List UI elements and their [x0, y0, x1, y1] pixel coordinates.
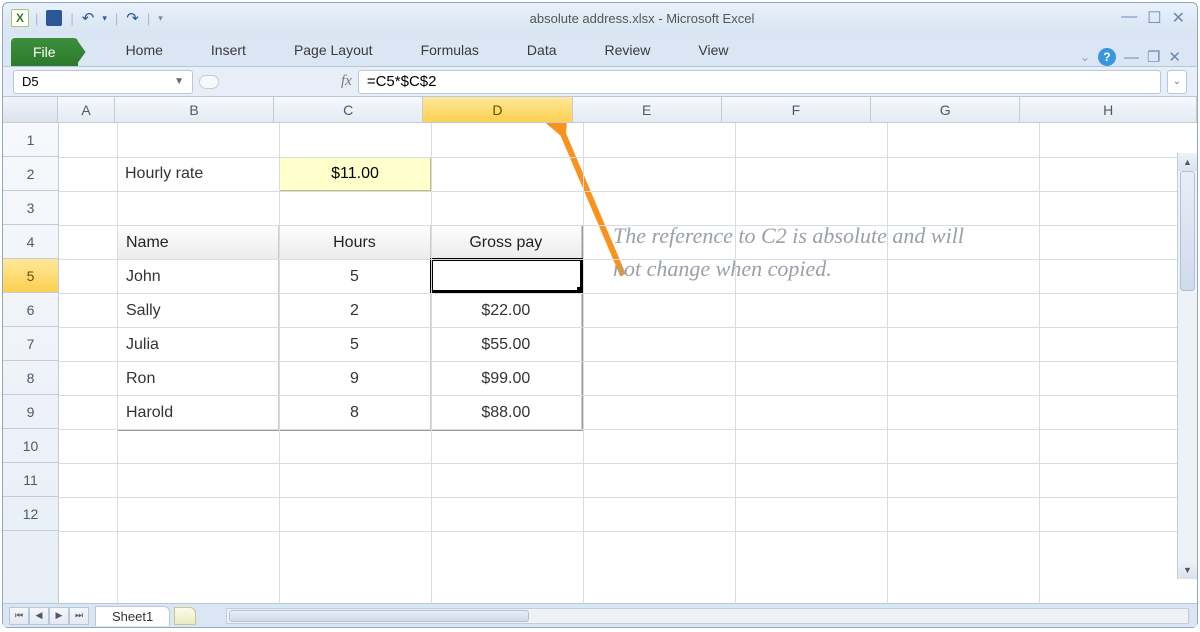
tab-view[interactable]: View: [674, 36, 752, 66]
annotation-text: The reference to C2 is absolute and will…: [613, 219, 973, 285]
name-box[interactable]: D5 ▼: [13, 70, 193, 94]
row-header-4[interactable]: 4: [3, 225, 58, 259]
tab-insert[interactable]: Insert: [187, 36, 270, 66]
window-title: absolute address.xlsx - Microsoft Excel: [163, 11, 1121, 26]
doc-close-icon[interactable]: ✕: [1168, 48, 1181, 66]
row-header-5[interactable]: 5: [3, 259, 58, 293]
column-header-A[interactable]: A: [58, 97, 115, 122]
title-bar: X | | ↶ ▾ | ↷ | ▾ absolute address.xlsx …: [3, 3, 1197, 33]
tab-page-layout[interactable]: Page Layout: [270, 36, 397, 66]
ribbon-dropdown-icon[interactable]: ⌄: [1080, 50, 1090, 64]
row-header-6[interactable]: 6: [3, 293, 58, 327]
column-header-G[interactable]: G: [871, 97, 1020, 122]
save-icon[interactable]: [46, 10, 62, 26]
doc-minimize-icon[interactable]: —: [1124, 49, 1139, 66]
tab-review[interactable]: Review: [581, 36, 675, 66]
row-header-1[interactable]: 1: [3, 123, 58, 157]
row-header-9[interactable]: 9: [3, 395, 58, 429]
help-icon[interactable]: ?: [1098, 48, 1116, 66]
row-header-3[interactable]: 3: [3, 191, 58, 225]
name-box-value: D5: [22, 74, 39, 89]
scroll-up-icon[interactable]: ▲: [1178, 153, 1197, 171]
column-header-B[interactable]: B: [115, 97, 274, 122]
namebox-drop-oval[interactable]: [199, 75, 219, 89]
column-header-C[interactable]: C: [274, 97, 423, 122]
row-header-12[interactable]: 12: [3, 497, 58, 531]
vertical-scroll-thumb[interactable]: [1180, 171, 1195, 291]
undo-icon[interactable]: ↶: [82, 9, 95, 27]
ribbon-tabs: File Home Insert Page Layout Formulas Da…: [3, 33, 1197, 67]
column-header-F[interactable]: F: [722, 97, 871, 122]
maximize-icon[interactable]: ☐: [1147, 8, 1161, 28]
horizontal-scroll-thumb[interactable]: [229, 610, 529, 622]
vertical-scrollbar[interactable]: ▲ ▼: [1177, 153, 1197, 579]
expand-formula-bar-icon[interactable]: ⌄: [1167, 70, 1187, 94]
row-header-2[interactable]: 2: [3, 157, 58, 191]
sheet-nav-first-icon[interactable]: ⏮: [9, 607, 29, 625]
close-icon[interactable]: ✕: [1172, 8, 1185, 28]
formula-bar: D5 ▼ fx =C5*$C$2 ⌄: [3, 67, 1197, 97]
horizontal-scrollbar[interactable]: [226, 608, 1189, 624]
fx-icon[interactable]: fx: [341, 73, 352, 90]
minimize-icon[interactable]: —: [1121, 8, 1137, 28]
annotation-arrow-icon: [59, 123, 1197, 547]
column-header-E[interactable]: E: [573, 97, 722, 122]
chevron-down-icon[interactable]: ▼: [174, 76, 184, 87]
spreadsheet-grid: ABCDEFGH 123456789101112 Hourly rate $11…: [3, 97, 1197, 603]
excel-app-icon: X: [11, 9, 29, 27]
sheet-nav-prev-icon[interactable]: ◀: [29, 607, 49, 625]
tab-data[interactable]: Data: [503, 36, 581, 66]
tab-file[interactable]: File: [11, 38, 78, 66]
row-header-11[interactable]: 11: [3, 463, 58, 497]
row-header-8[interactable]: 8: [3, 361, 58, 395]
scroll-down-icon[interactable]: ▼: [1178, 561, 1197, 579]
row-header-7[interactable]: 7: [3, 327, 58, 361]
column-header-H[interactable]: H: [1020, 97, 1197, 122]
row-header-10[interactable]: 10: [3, 429, 58, 463]
app-window: X | | ↶ ▾ | ↷ | ▾ absolute address.xlsx …: [2, 2, 1198, 628]
sheet-tab-sheet1[interactable]: Sheet1: [95, 606, 170, 626]
status-bar: ⏮ ◀ ▶ ⏭ Sheet1: [3, 603, 1197, 627]
redo-icon[interactable]: ↷: [126, 9, 139, 27]
insert-sheet-icon[interactable]: [174, 607, 196, 625]
tab-home[interactable]: Home: [102, 36, 187, 66]
sheet-nav-next-icon[interactable]: ▶: [49, 607, 69, 625]
doc-restore-icon[interactable]: ❐: [1147, 48, 1160, 66]
sheet-nav-last-icon[interactable]: ⏭: [69, 607, 89, 625]
formula-input[interactable]: =C5*$C$2: [358, 70, 1161, 94]
tab-formulas[interactable]: Formulas: [397, 36, 503, 66]
column-header-D[interactable]: D: [423, 97, 572, 122]
